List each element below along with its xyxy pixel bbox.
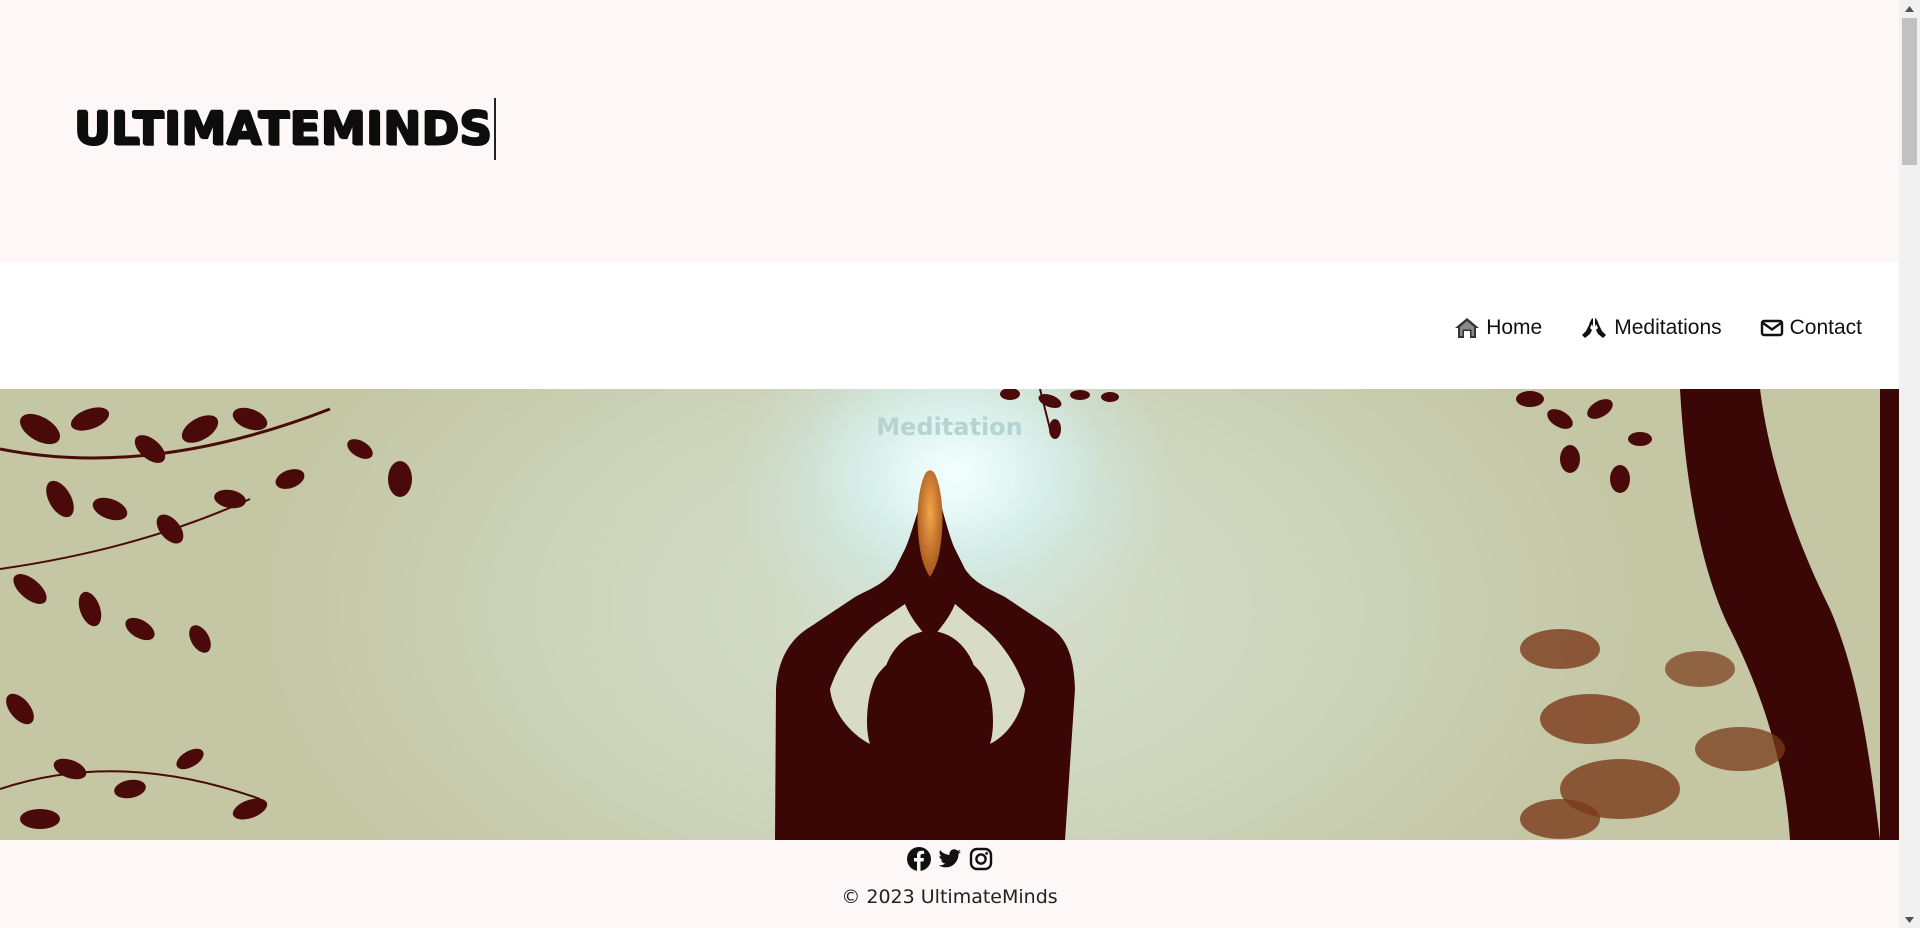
instagram-icon[interactable] (968, 846, 994, 872)
main-nav: Home Meditations Contact (0, 262, 1899, 389)
logo[interactable]: ULTIMATEMINDS (74, 98, 497, 160)
nav-list: Home Meditations Contact (1454, 316, 1862, 340)
scroll-up-arrow-icon[interactable] (1899, 0, 1920, 17)
nav-item-label: Contact (1789, 316, 1862, 339)
hero-banner: Meditation (0, 389, 1899, 840)
envelope-icon (1760, 318, 1784, 338)
vertical-scrollbar[interactable] (1899, 0, 1920, 928)
home-icon (1454, 316, 1480, 340)
nav-item-contact[interactable]: Contact (1760, 316, 1862, 340)
page: ULTIMATEMINDS Home Meditations Contact M… (0, 0, 1899, 928)
logo-text: ULTIMATEMINDS (74, 102, 493, 155)
nav-item-meditations[interactable]: Meditations (1580, 316, 1722, 340)
meditation-silhouette-image (0, 389, 1899, 840)
text-caret (494, 98, 497, 160)
hero-title: Meditation (876, 413, 1023, 441)
social-links (0, 846, 1899, 872)
scroll-down-arrow-icon[interactable] (1899, 911, 1920, 928)
nav-item-label: Home (1486, 316, 1543, 339)
copyright-text: © 2023 UltimateMinds (841, 886, 1058, 908)
nav-item-label: Meditations (1614, 316, 1722, 339)
scrollbar-thumb[interactable] (1902, 18, 1917, 165)
facebook-icon[interactable] (906, 846, 932, 872)
praying-hands-icon (1580, 316, 1608, 340)
site-header: ULTIMATEMINDS (0, 0, 1899, 262)
nav-item-home[interactable]: Home (1454, 316, 1542, 340)
twitter-icon[interactable] (937, 846, 963, 872)
site-footer: © 2023 UltimateMinds (0, 840, 1899, 928)
